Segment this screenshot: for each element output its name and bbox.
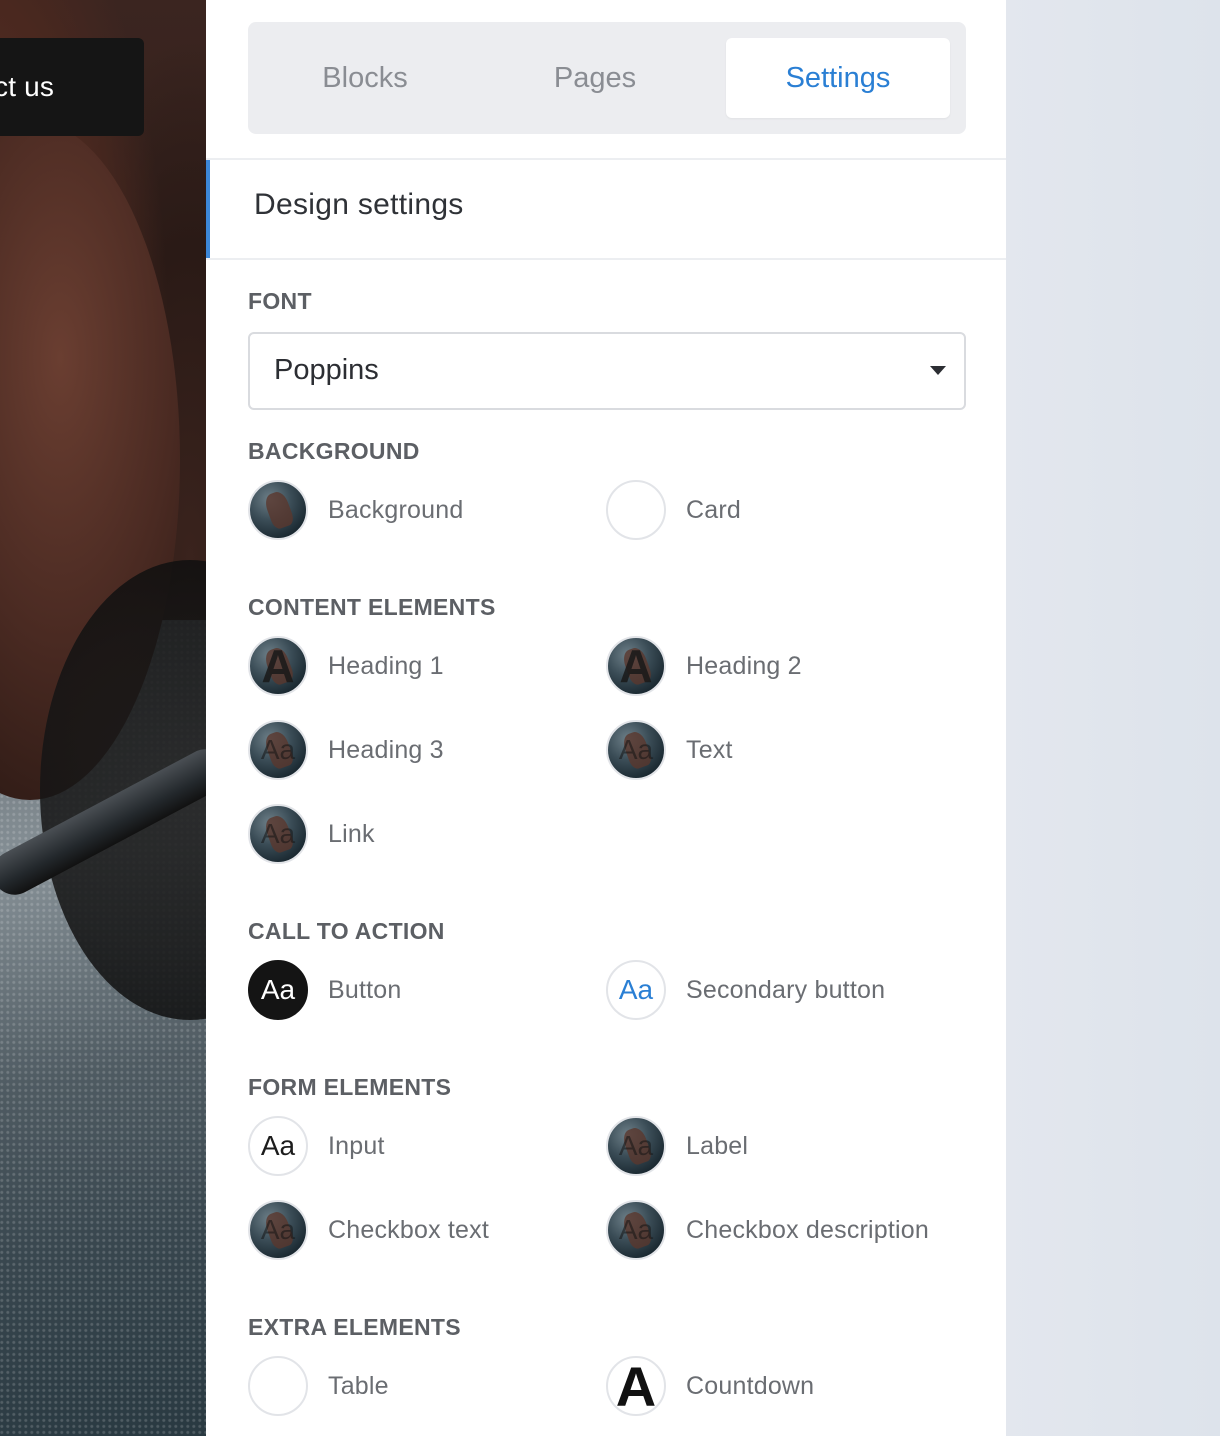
option-label: Heading 2 bbox=[686, 651, 802, 680]
page-preview: ct us bbox=[0, 0, 206, 1436]
option-label: Secondary button bbox=[686, 975, 886, 1004]
button-option[interactable]: Aa Button bbox=[248, 960, 401, 1020]
settings-panel: Blocks Pages Settings Design settings FO… bbox=[206, 0, 1006, 1436]
button-swatch-icon: Aa bbox=[248, 960, 308, 1020]
text-option[interactable]: Aa Text bbox=[606, 720, 733, 780]
checkbox-description-option[interactable]: Aa Checkbox description bbox=[606, 1200, 929, 1260]
option-label: Countdown bbox=[686, 1371, 815, 1400]
option-label: Background bbox=[328, 495, 464, 524]
table-swatch-icon bbox=[248, 1356, 308, 1416]
checkbox-text-swatch-icon: Aa bbox=[248, 1200, 308, 1260]
secondary-button-option[interactable]: Aa Secondary button bbox=[606, 960, 885, 1020]
option-label: Checkbox description bbox=[686, 1215, 930, 1244]
swatch-glyph: Aa bbox=[260, 818, 296, 849]
font-label: FONT bbox=[248, 288, 312, 314]
text-swatch-icon: Aa bbox=[606, 720, 666, 780]
option-label: Link bbox=[328, 819, 375, 848]
chevron-down-icon bbox=[930, 366, 946, 375]
label-option[interactable]: Aa Label bbox=[606, 1116, 748, 1176]
font-select[interactable]: Poppins bbox=[248, 332, 966, 410]
option-label: Label bbox=[686, 1131, 749, 1160]
option-label: Table bbox=[328, 1371, 389, 1400]
active-indicator bbox=[206, 160, 210, 258]
swatch-glyph: Aa bbox=[618, 1214, 654, 1245]
secondary-button-swatch-icon: Aa bbox=[606, 960, 666, 1020]
option-label: Button bbox=[328, 975, 402, 1004]
swatch-glyph: Aa bbox=[260, 1130, 296, 1161]
swatch-glyph: A bbox=[615, 1356, 657, 1416]
background-option[interactable]: Background bbox=[248, 480, 463, 540]
heading-3-option[interactable]: Aa Heading 3 bbox=[248, 720, 444, 780]
input-option[interactable]: Aa Input bbox=[248, 1116, 385, 1176]
option-label: Heading 1 bbox=[328, 651, 444, 680]
option-label: Checkbox text bbox=[328, 1215, 490, 1244]
link-option[interactable]: Aa Link bbox=[248, 804, 375, 864]
swatch-glyph: Aa bbox=[618, 734, 654, 765]
tab-bar: Blocks Pages Settings bbox=[248, 22, 966, 134]
option-label: Card bbox=[686, 495, 741, 524]
swatch-glyph: Aa bbox=[618, 974, 654, 1005]
design-settings-header[interactable]: Design settings bbox=[206, 158, 1006, 260]
checkbox-description-swatch-icon: Aa bbox=[606, 1200, 666, 1260]
form-elements-label: FORM ELEMENTS bbox=[248, 1074, 452, 1100]
call-to-action-label: CALL TO ACTION bbox=[248, 918, 445, 944]
canvas-background bbox=[1006, 0, 1220, 1436]
swatch-glyph: Aa bbox=[260, 734, 296, 765]
heading-1-option[interactable]: A Heading 1 bbox=[248, 636, 444, 696]
content-elements-label: CONTENT ELEMENTS bbox=[248, 594, 496, 620]
tab-pages[interactable]: Pages bbox=[494, 38, 696, 118]
tab-blocks[interactable]: Blocks bbox=[264, 38, 466, 118]
heading-2-option[interactable]: A Heading 2 bbox=[606, 636, 802, 696]
option-label: Heading 3 bbox=[328, 735, 444, 764]
countdown-swatch-icon: A bbox=[606, 1356, 666, 1416]
extra-elements-label: EXTRA ELEMENTS bbox=[248, 1314, 461, 1340]
background-swatch-icon bbox=[248, 480, 308, 540]
swatch-glyph: Aa bbox=[618, 1130, 654, 1161]
contact-us-button[interactable]: ct us bbox=[0, 38, 144, 136]
background-label: BACKGROUND bbox=[248, 438, 420, 464]
link-swatch-icon: Aa bbox=[248, 804, 308, 864]
swatch-glyph: Aa bbox=[260, 1214, 296, 1245]
option-label: Text bbox=[686, 735, 733, 764]
section-title: Design settings bbox=[254, 188, 464, 221]
label-swatch-icon: Aa bbox=[606, 1116, 666, 1176]
countdown-option[interactable]: A Countdown bbox=[606, 1356, 814, 1416]
card-swatch-icon bbox=[606, 480, 666, 540]
tab-settings[interactable]: Settings bbox=[726, 38, 950, 118]
table-option[interactable]: Table bbox=[248, 1356, 389, 1416]
option-label: Input bbox=[328, 1131, 385, 1160]
font-select-value: Poppins bbox=[274, 354, 379, 386]
heading-3-swatch-icon: Aa bbox=[248, 720, 308, 780]
heading-1-swatch-icon: A bbox=[248, 636, 308, 696]
checkbox-text-option[interactable]: Aa Checkbox text bbox=[248, 1200, 489, 1260]
heading-2-swatch-icon: A bbox=[606, 636, 666, 696]
input-swatch-icon: Aa bbox=[248, 1116, 308, 1176]
card-option[interactable]: Card bbox=[606, 480, 741, 540]
swatch-glyph: Aa bbox=[260, 974, 296, 1005]
